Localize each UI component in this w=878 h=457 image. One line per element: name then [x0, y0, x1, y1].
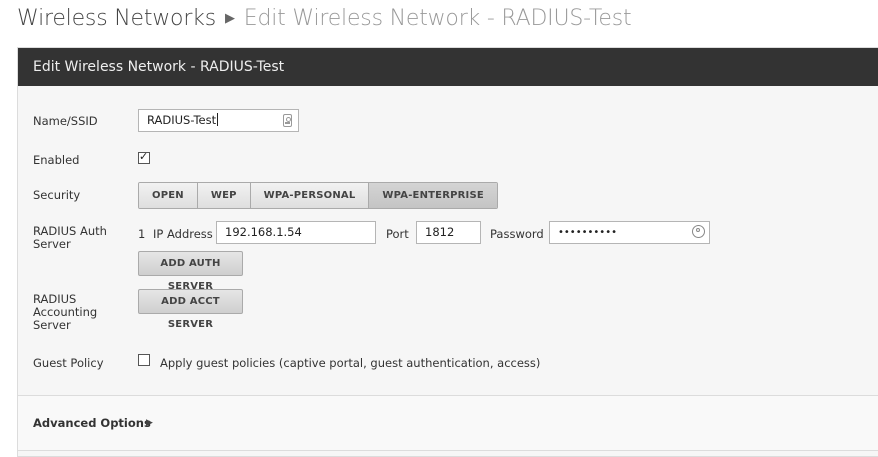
add-acct-server-button[interactable]: ADD ACCT SERVER [138, 289, 243, 330]
enabled-label: Enabled [33, 153, 80, 167]
edit-network-panel: Edit Wireless Network - RADIUS-Test Name… [17, 47, 878, 457]
advanced-options-section[interactable]: Advanced Options ▶ [18, 396, 878, 450]
breadcrumb-parent-link[interactable]: Wireless Networks [17, 6, 216, 31]
name-ssid-value: RADIUS-Test [147, 113, 217, 127]
ip-address-input[interactable]: 192.168.1.54 [216, 221, 376, 244]
security-option-wep[interactable]: WEP [197, 183, 251, 208]
password-label: Password [490, 227, 544, 241]
contact-card-icon[interactable] [283, 114, 292, 127]
port-label: Port [386, 227, 409, 241]
password-reveal-icon[interactable] [692, 225, 705, 238]
port-input[interactable]: 1812 [416, 221, 481, 244]
expand-arrow-icon[interactable]: ▶ [146, 417, 153, 430]
enabled-checkbox[interactable]: ✓ [138, 150, 150, 164]
guest-policy-description: Apply guest policies (captive portal, gu… [160, 356, 541, 370]
advanced-options-label: Advanced Options [33, 416, 151, 430]
security-label: Security [33, 188, 81, 202]
password-value: •••••••••• [558, 227, 617, 238]
guest-policy-label: Guest Policy [33, 356, 104, 370]
breadcrumb-separator-icon: ▶ [224, 11, 235, 26]
security-option-wpa-personal[interactable]: WPA-PERSONAL [250, 183, 370, 208]
text-cursor [217, 113, 219, 126]
auth-server-index: 1 [138, 227, 146, 241]
security-segmented-control: OPEN WEP WPA-PERSONAL WPA-ENTERPRISE [138, 182, 498, 209]
security-option-wpa-enterprise[interactable]: WPA-ENTERPRISE [369, 183, 497, 208]
ip-address-label: IP Address [153, 227, 213, 241]
password-input[interactable]: •••••••••• [549, 221, 710, 244]
breadcrumb-current: Edit Wireless Network - RADIUS-Test [243, 6, 632, 31]
radius-accounting-label: RADIUS Accounting Server [33, 292, 98, 332]
name-ssid-input[interactable]: RADIUS-Test [138, 109, 299, 132]
breadcrumb: Wireless Networks ▶ Edit Wireless Network … [17, 6, 632, 31]
check-icon: ✓ [139, 150, 149, 163]
panel-title: Edit Wireless Network - RADIUS-Test [18, 48, 878, 86]
name-ssid-label: Name/SSID [33, 114, 98, 128]
add-auth-server-button[interactable]: ADD AUTH SERVER [138, 251, 243, 292]
divider-bottom [18, 450, 878, 451]
radius-auth-label: RADIUS Auth Server [33, 224, 107, 251]
security-option-open[interactable]: OPEN [139, 183, 198, 208]
guest-policy-checkbox[interactable] [138, 354, 150, 366]
